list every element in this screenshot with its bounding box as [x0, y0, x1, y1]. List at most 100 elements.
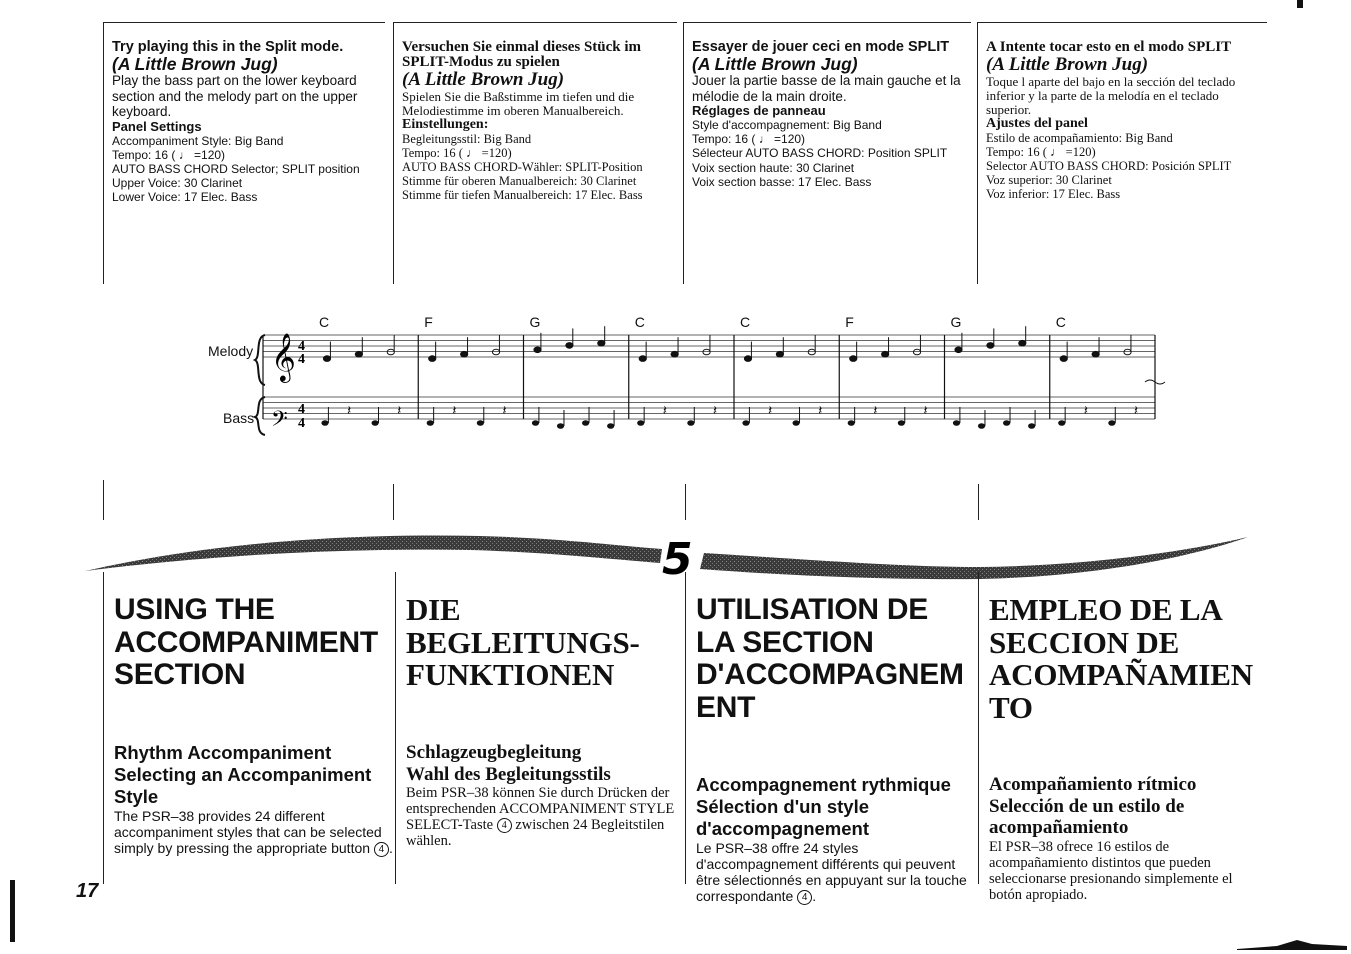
note-head: [386, 348, 395, 356]
song-title: (A Little Brown Jug): [112, 54, 278, 74]
chapter-title-line: FUNKTIONEN: [406, 657, 615, 692]
note-head: [954, 346, 963, 354]
split-description: Play the bass part on the lower keyboard…: [112, 73, 358, 119]
setting-item: Accompaniment Style: Big Band: [112, 133, 284, 148]
section-body: El PSR–38 ofrece 16 estilos de acompañam…: [989, 838, 1233, 903]
settings-label: Ajustes del panel: [986, 116, 1088, 131]
button-reference-icon: 4: [797, 890, 813, 905]
split-mode-french: Essayer de jouer ceci en mode SPLIT (A L…: [683, 22, 971, 284]
button-reference-icon: 4: [373, 842, 389, 857]
note-head: [321, 420, 329, 426]
chord-label: C: [740, 314, 750, 330]
time-signature-bottom: 4: [298, 352, 305, 367]
section-body: Beim PSR–38 können Sie durch Drücken der…: [406, 785, 675, 849]
note-head: [1018, 339, 1027, 347]
note-head: [670, 350, 679, 358]
chapter-title-line: D'ACCOMPAGNEM: [696, 658, 964, 691]
note-head: [912, 348, 922, 356]
chapter-title-line: SECTION: [114, 658, 246, 691]
chord-label: G: [951, 314, 962, 330]
note-head: [742, 420, 750, 426]
chapter-title-line: ACOMPAÑAMIEN: [989, 657, 1253, 692]
note-head: [977, 423, 986, 429]
setting-item: Stimme für tiefen Manualbereich: 17 Elec…: [402, 188, 643, 202]
note-head: [986, 342, 995, 349]
sheet-music: 𝄞 𝄢 4 4 4 4 CFGCCFGC 𝄽 𝄽 𝄽 𝄽 𝄽 𝄽 𝄽 𝄽 𝄽 𝄽 𝄽 𝄽: [251, 314, 1166, 437]
split-heading: Versuchen Sie einmal dieses Stück im SPL…: [402, 39, 642, 70]
page-number: 17: [76, 880, 99, 902]
note-head: [1091, 350, 1100, 358]
chapter-title-line: EMPLEO DE LA: [989, 592, 1223, 627]
rest-icon: 𝄽: [452, 403, 456, 419]
rest-icon: 𝄽: [502, 403, 506, 419]
setting-item: Voz inferior: 17 Elec. Bass: [986, 187, 1121, 201]
split-heading: Essayer de jouer ceci en mode SPLIT: [692, 39, 950, 55]
chapter-german: DIE BEGLEITUNGS- FUNKTIONEN Schlagzeugbe…: [395, 572, 685, 884]
note-head: [556, 423, 565, 429]
chapter-title-line: BEGLEITUNGS-: [406, 624, 640, 660]
note-head: [807, 348, 816, 356]
setting-item: AUTO BASS CHORD-Wähler: SPLIT-Position: [402, 160, 643, 174]
rest-icon: 𝄽: [713, 403, 717, 419]
note-head: [792, 420, 800, 426]
note-head: [743, 355, 753, 362]
song-title: (A Little Brown Jug): [402, 69, 565, 90]
setting-item: Style d'accompagnement: Big Band: [692, 118, 882, 132]
setting-item: Upper Voice: 30 Clarinet: [112, 176, 243, 191]
rest-icon: 𝄽: [923, 403, 927, 419]
split-description: Jouer la partie basse de la main gauche …: [692, 73, 961, 104]
note-head: [897, 420, 905, 426]
time-signature-top: 4: [298, 402, 305, 417]
note-head: [1059, 355, 1068, 362]
setting-item: Voz superior: 30 Clarinet: [986, 173, 1112, 187]
note-head: [881, 350, 890, 358]
settings-label: Einstellungen:: [402, 117, 489, 132]
setting-item: Tempo: 16 ( ♩ =120): [986, 145, 1096, 159]
section-heading: Schlagzeugbegleitung: [406, 742, 582, 763]
note-head: [354, 350, 363, 358]
note-head: [1028, 423, 1036, 429]
chapter-title-line: LA SECTION: [696, 625, 874, 659]
chapter-title-line: ACCOMPANIMENT: [114, 625, 378, 659]
subsection-heading: Sélection d'un style d'accompagnement: [696, 796, 869, 839]
setting-item: Selector AUTO BASS CHORD: Posición SPLIT: [986, 159, 1232, 173]
rest-icon: 𝄽: [873, 403, 877, 419]
rest-icon: 𝄽: [663, 403, 667, 419]
split-description: Toque l aparte del bajo en la sección de…: [986, 74, 1236, 117]
chapter-title-line: ENT: [696, 690, 756, 724]
song-title: (A Little Brown Jug): [692, 54, 858, 74]
note-head: [638, 355, 647, 362]
note-head: [531, 420, 540, 426]
section-body: Le PSR–38 offre 24 styles d'accompagneme…: [696, 840, 967, 905]
split-heading: Try playing this in the Split mode.: [112, 39, 344, 55]
treble-clef-icon: 𝄞: [271, 332, 296, 383]
note-head: [952, 420, 961, 426]
rest-icon: 𝄽: [347, 403, 351, 419]
chapter-title-line: UTILISATION DE: [696, 593, 928, 626]
section-heading: Rhythm Accompaniment: [114, 742, 332, 763]
chord-label: F: [845, 314, 854, 330]
scan-edge-mark: [10, 880, 15, 942]
chapter-title-line: TO: [989, 689, 1033, 725]
subsection-heading: Wahl des Begleitungsstils: [406, 763, 611, 785]
setting-item: Estilo de acompañamiento: Big Band: [986, 131, 1173, 145]
scan-edge-mark: [1237, 940, 1347, 950]
chord-label: C: [635, 314, 645, 330]
button-reference-icon: 4: [496, 818, 512, 833]
settings-label: Réglages de panneau: [692, 103, 826, 118]
rest-icon: 𝄽: [1084, 403, 1088, 419]
chapter-spanish: EMPLEO DE LA SECCION DE ACOMPAÑAMIEN TO …: [978, 572, 1268, 903]
rest-icon: 𝄽: [1134, 403, 1138, 419]
note-head: [607, 423, 615, 429]
note-head: [371, 420, 379, 426]
setting-item: Tempo: 16 ( ♩ =120): [692, 132, 806, 147]
scan-edge-mark: [1297, 0, 1303, 8]
split-heading: A Intente tocar esto en el modo SPLIT: [986, 39, 1232, 55]
swoosh-left: [85, 535, 662, 571]
split-mode-german: Versuchen Sie einmal dieses Stück im SPL…: [393, 22, 677, 284]
chord-label: C: [1056, 314, 1066, 330]
rest-icon: 𝄽: [818, 403, 822, 419]
setting-item: AUTO BASS CHORD Selector; SPLIT position: [112, 161, 360, 176]
setting-item: Begleitungsstil: Big Band: [402, 132, 532, 146]
note-head: [637, 420, 645, 426]
